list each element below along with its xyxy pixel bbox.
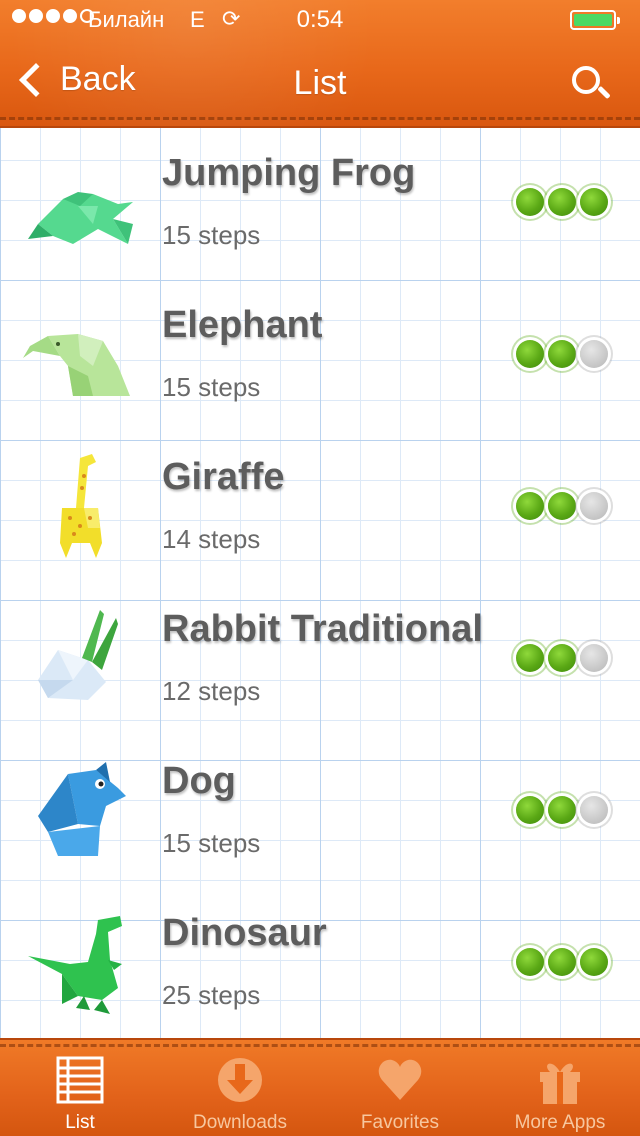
rating-dot-icon [548,340,576,368]
search-button[interactable] [570,64,611,104]
difficulty-rating [516,796,608,824]
header-bar: Билайн E ⟳ 0:54 Back List [0,0,640,128]
tab-bar: List Downloads Favorites More Apps [0,1038,640,1136]
tab-label: List [65,1112,95,1133]
navigation-bar: Back List [0,40,640,126]
rating-dot-icon [548,188,576,216]
tab-downloads[interactable]: Downloads [160,1040,320,1136]
rating-dot-icon [516,796,544,824]
difficulty-rating [516,492,608,520]
item-title: Jumping Frog [162,152,416,194]
item-steps: 15 steps [162,220,261,250]
download-icon [218,1058,262,1102]
rating-dot-icon [580,492,608,520]
tab-favorites[interactable]: Favorites [320,1040,480,1136]
rating-dot-icon [580,340,608,368]
item-title: Giraffe [162,456,285,498]
page-title: List [293,64,347,102]
list-icon [56,1056,104,1104]
rating-dot-icon [548,492,576,520]
difficulty-rating [516,340,608,368]
item-title: Dog [162,760,236,802]
rating-dot-icon [580,948,608,976]
tab-more-apps[interactable]: More Apps [480,1040,640,1136]
origami-giraffe-icon [60,454,102,558]
origami-dog-icon [38,762,126,856]
item-title: Dinosaur [162,912,327,954]
rating-dot-icon [516,188,544,216]
difficulty-rating [516,948,608,976]
list-item[interactable]: Giraffe 14 steps [0,432,640,584]
gift-icon [540,1063,580,1104]
origami-frog-icon [28,192,133,244]
tab-label: More Apps [514,1112,606,1133]
rating-dot-icon [548,644,576,672]
search-icon [572,66,600,94]
rating-dot-icon [548,948,576,976]
item-steps: 15 steps [162,828,261,858]
item-title: Elephant [162,304,323,346]
rating-dot-icon [548,796,576,824]
list-item[interactable]: Dog 15 steps [0,736,640,888]
rating-dot-icon [516,492,544,520]
item-steps: 15 steps [162,372,261,402]
item-steps: 12 steps [162,676,261,706]
item-steps: 25 steps [162,980,261,1010]
clock: 0:54 [296,6,344,33]
rating-dot-icon [516,340,544,368]
rating-dot-icon [580,796,608,824]
item-steps: 14 steps [162,524,261,554]
difficulty-rating [516,188,608,216]
battery-icon [570,10,620,30]
list-item[interactable]: Elephant 15 steps [0,280,640,432]
origami-rabbit-icon [38,610,118,700]
list-item[interactable]: Jumping Frog 15 steps [0,128,640,280]
tab-label: Favorites [360,1112,440,1133]
tab-list[interactable]: List [0,1040,160,1136]
heart-icon [378,1059,422,1100]
list-item[interactable]: Rabbit Traditional 12 steps [0,584,640,736]
rating-dot-icon [516,644,544,672]
tab-label: Downloads [193,1112,287,1133]
difficulty-rating [516,644,608,672]
origami-dinosaur-icon [28,916,122,1014]
origami-list[interactable]: Jumping Frog 15 steps Elephant 15 steps [0,128,640,1038]
rating-dot-icon [516,948,544,976]
status-bar: Билайн E ⟳ 0:54 [0,0,640,40]
rating-dot-icon [580,188,608,216]
rating-dot-icon [580,644,608,672]
list-item[interactable]: Dinosaur 25 steps [0,888,640,1038]
item-title: Rabbit Traditional [162,608,483,650]
origami-elephant-icon [23,334,130,396]
